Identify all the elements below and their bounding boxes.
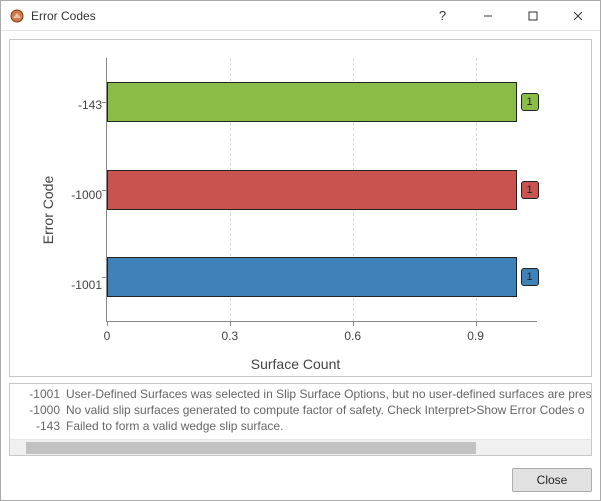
description-code: -143 bbox=[10, 418, 60, 434]
y-tick-label: -143 bbox=[62, 98, 102, 112]
description-text: User-Defined Surfaces was selected in Sl… bbox=[66, 386, 591, 402]
bar-track: 1 bbox=[107, 170, 537, 210]
close-window-button[interactable] bbox=[555, 1, 600, 30]
y-tick-label: -1000 bbox=[62, 188, 102, 202]
x-tick-label: 0.3 bbox=[222, 329, 239, 343]
window-title: Error Codes bbox=[31, 9, 96, 23]
bar bbox=[107, 170, 517, 210]
y-tick-label: -1001 bbox=[62, 278, 102, 292]
description-panel: -1001 -1000 -143 User-Defined Surfaces w… bbox=[9, 383, 592, 456]
content-area: Error Code -143 -1000 -1001 0 0.3 0.6 0.9 1 1… bbox=[1, 31, 600, 464]
help-button[interactable]: ? bbox=[420, 1, 465, 30]
description-text: Failed to form a valid wedge slip surfac… bbox=[66, 418, 591, 434]
description-code: -1000 bbox=[10, 402, 60, 418]
bar-track: 1 bbox=[107, 82, 537, 122]
description-text-col: User-Defined Surfaces was selected in Sl… bbox=[66, 386, 591, 439]
footer: Close bbox=[1, 464, 600, 500]
close-button[interactable]: Close bbox=[512, 468, 592, 492]
scrollbar-thumb[interactable] bbox=[26, 442, 476, 454]
x-tick-label: 0.9 bbox=[467, 329, 484, 343]
x-tick-label: 0.6 bbox=[344, 329, 361, 343]
horizontal-scrollbar[interactable] bbox=[10, 439, 591, 455]
bar bbox=[107, 257, 517, 297]
bar-value-label: 1 bbox=[521, 93, 539, 111]
bar-value-label: 1 bbox=[521, 181, 539, 199]
x-tick-label: 0 bbox=[104, 329, 111, 343]
bar-value-label: 1 bbox=[521, 268, 539, 286]
bar-track: 1 bbox=[107, 257, 537, 297]
chart-panel: Error Code -143 -1000 -1001 0 0.3 0.6 0.9 1 1… bbox=[9, 39, 592, 377]
description-codes-col: -1001 -1000 -143 bbox=[10, 386, 66, 439]
x-axis-label: Surface Count bbox=[251, 356, 341, 372]
app-icon bbox=[9, 8, 25, 24]
bar bbox=[107, 82, 517, 122]
description-code: -1001 bbox=[10, 386, 60, 402]
plot-area: 00.30.60.9111 bbox=[106, 58, 537, 322]
y-axis-label: Error Code bbox=[40, 176, 56, 244]
titlebar: Error Codes ? bbox=[1, 1, 600, 31]
description-text: No valid slip surfaces generated to comp… bbox=[66, 402, 591, 418]
maximize-button[interactable] bbox=[510, 1, 555, 30]
minimize-button[interactable] bbox=[465, 1, 510, 30]
dialog-window: Error Codes ? Error Code -143 -1000 -100… bbox=[0, 0, 601, 501]
